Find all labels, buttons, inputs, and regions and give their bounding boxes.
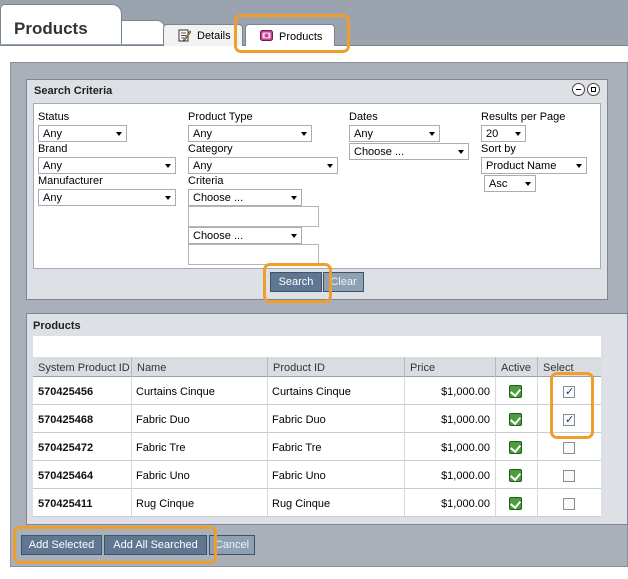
row-price: $1,000.00 [441, 442, 490, 454]
active-check-icon [509, 469, 522, 482]
select-checkbox[interactable] [563, 470, 575, 482]
col-product-id[interactable]: Product ID [267, 357, 404, 377]
row-product-id: Fabric Tre [272, 442, 322, 454]
search-criteria-title: Search Criteria [34, 85, 113, 97]
chevron-down-icon [165, 196, 171, 200]
col-divider [495, 377, 496, 517]
select-checkbox[interactable] [563, 442, 575, 454]
title-tab-notch [119, 20, 165, 44]
page-title-tab: Products [0, 4, 122, 44]
page-title: Products [14, 19, 88, 38]
add-all-searched-button[interactable]: Add All Searched [104, 535, 207, 555]
col-name[interactable]: Name [131, 357, 267, 377]
product-type-label: Product Type [188, 111, 253, 123]
tab-products[interactable]: Products [245, 24, 335, 46]
tab-products-label: Products [279, 31, 323, 43]
col-system-product-id[interactable]: System Product ID [33, 357, 131, 377]
chevron-down-icon [165, 164, 171, 168]
row-system-id[interactable]: 570425456 [38, 386, 93, 398]
chevron-down-icon [429, 132, 435, 136]
tab-details[interactable]: Details [163, 24, 243, 46]
dates-label: Dates [349, 111, 378, 123]
product-box-icon [260, 30, 273, 41]
col-price[interactable]: Price [404, 357, 495, 377]
row-product-id: Curtains Cinque [272, 386, 351, 398]
row-name: Fabric Tre [136, 442, 186, 454]
chevron-down-icon [458, 150, 464, 154]
col-divider [404, 377, 405, 517]
row-name: Rug Cinque [136, 498, 195, 510]
col-divider [131, 377, 132, 517]
active-check-icon [509, 385, 522, 398]
row-system-id[interactable]: 570425472 [38, 442, 93, 454]
add-selected-button[interactable]: Add Selected [21, 535, 102, 555]
brand-select[interactable]: Any [38, 157, 176, 174]
restore-icon[interactable] [587, 83, 600, 96]
tab-details-label: Details [197, 30, 231, 42]
category-select[interactable]: Any [188, 157, 338, 174]
sort-order-select[interactable]: Asc [484, 175, 536, 192]
product-type-select[interactable]: Any [188, 125, 312, 142]
criteria-input-1[interactable] [188, 206, 319, 227]
chevron-down-icon [301, 132, 307, 136]
row-product-id: Fabric Duo [272, 414, 326, 426]
brand-label: Brand [38, 143, 68, 155]
cancel-button[interactable]: Cancel [209, 535, 255, 555]
collapse-icon[interactable] [572, 83, 585, 96]
results-per-page-label: Results per Page [481, 111, 566, 123]
manufacturer-label: Manufacturer [38, 175, 103, 187]
chevron-down-icon [327, 164, 333, 168]
search-button[interactable]: Search [270, 272, 322, 292]
row-price: $1,000.00 [441, 386, 490, 398]
row-price: $1,000.00 [441, 498, 490, 510]
row-system-id[interactable]: 570425411 [38, 498, 92, 510]
chevron-down-icon [525, 182, 531, 186]
select-checkbox[interactable] [563, 498, 575, 510]
row-system-id[interactable]: 570425468 [38, 414, 93, 426]
criteria-select-2[interactable]: Choose ... [188, 227, 302, 244]
row-price: $1,000.00 [441, 414, 490, 426]
products-table-top-spacer [33, 336, 601, 357]
col-select[interactable]: Select [537, 357, 601, 377]
row-name: Curtains Cinque [136, 386, 215, 398]
dates-select[interactable]: Any [349, 125, 440, 142]
row-name: Fabric Duo [136, 414, 190, 426]
clear-button[interactable]: Clear [323, 272, 364, 292]
active-check-icon [509, 497, 522, 510]
chevron-down-icon [291, 234, 297, 238]
criteria-select-1[interactable]: Choose ... [188, 189, 302, 206]
criteria-label: Criteria [188, 175, 224, 187]
chevron-down-icon [576, 164, 582, 168]
row-system-id[interactable]: 570425464 [38, 470, 93, 482]
status-select[interactable]: Any [38, 125, 127, 142]
results-per-page-select[interactable]: 20 [481, 125, 526, 142]
active-check-icon [509, 441, 522, 454]
select-checkbox[interactable] [563, 385, 575, 398]
category-label: Category [188, 143, 233, 155]
select-checkbox[interactable] [563, 413, 575, 426]
dates-choose-select[interactable]: Choose ... [349, 143, 469, 160]
status-label: Status [38, 111, 70, 123]
chevron-down-icon [116, 132, 122, 136]
col-active[interactable]: Active [495, 357, 537, 377]
row-name: Fabric Uno [136, 470, 190, 482]
manufacturer-select[interactable]: Any [38, 189, 176, 206]
chevron-down-icon [291, 196, 297, 200]
col-divider [537, 377, 538, 517]
document-pencil-icon [178, 29, 191, 42]
col-divider [267, 377, 268, 517]
products-section-title: Products [33, 320, 81, 332]
active-check-icon [509, 413, 522, 426]
row-product-id: Rug Cinque [272, 498, 331, 510]
criteria-input-2[interactable] [188, 244, 319, 265]
row-product-id: Fabric Uno [272, 470, 326, 482]
sort-by-field-select[interactable]: Product Name [481, 157, 587, 174]
row-price: $1,000.00 [441, 470, 490, 482]
sort-by-label: Sort by [481, 143, 516, 155]
chevron-down-icon [515, 132, 521, 136]
